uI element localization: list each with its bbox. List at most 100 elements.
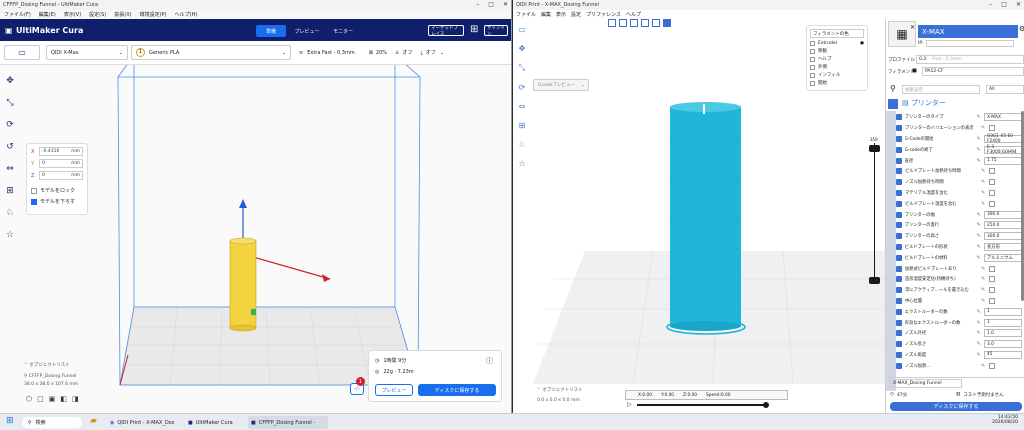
edit-icon[interactable]: ✎ [976, 255, 984, 261]
setting-checkbox[interactable] [989, 179, 995, 186]
taskbar-search[interactable]: ⚲ 検索 [22, 417, 82, 428]
qidi-menu-edit[interactable]: 編集 [541, 11, 551, 18]
setting-row[interactable]: マテリアル温度を含む ✎ [896, 188, 1022, 199]
edit-icon[interactable]: ✎ [976, 341, 984, 347]
menu-edit[interactable]: 編集(E) [39, 11, 56, 18]
taskbar-app-cura-active[interactable]: ■ CFFFP_Dosing Funnel - [248, 416, 328, 429]
setting-value-input[interactable]: 1 [984, 318, 1022, 327]
setting-row[interactable]: プリンターの高さ ✎ 300.0 [896, 231, 1022, 242]
preview-button[interactable]: プレビュー [375, 384, 413, 396]
edit-icon[interactable]: ✎ [981, 298, 989, 304]
support-blocker-icon[interactable]: ♘ [6, 208, 14, 218]
setting-row[interactable]: ビルドプレートの材料 ✎ アルミニウム [896, 252, 1022, 263]
taskbar-app-qidi[interactable]: ◉ QIDI Print - X-MAX_Dos [110, 416, 182, 429]
qidi-menu-preferences[interactable]: プリファレンス [586, 11, 621, 18]
layer-slider-handle-bottom[interactable] [869, 277, 880, 284]
setting-value-input[interactable]: 3.0 [984, 340, 1022, 349]
lock-model-checkbox[interactable] [31, 187, 37, 194]
settings-scope-select[interactable]: All [986, 85, 1024, 94]
drop-model-checkbox[interactable] [31, 198, 37, 205]
info-icon[interactable]: ⓘ [486, 356, 493, 366]
marketplace-button[interactable]: マーケットプレイス [428, 25, 464, 37]
view-right-icon[interactable]: ◨ [72, 395, 79, 403]
lock-model-row[interactable]: モデルをロック [31, 187, 83, 194]
minimize-icon[interactable]: – [989, 1, 992, 8]
start-icon[interactable]: ⊞ [6, 416, 14, 426]
open-file-icon[interactable]: ▭ [4, 45, 40, 60]
close-icon[interactable]: ✕ [910, 24, 915, 31]
qidi-menu-file[interactable]: ファイル [516, 11, 536, 18]
printer-name-box[interactable]: X-MAX [918, 25, 1018, 38]
qidi-menu-help[interactable]: ヘルプ [626, 11, 641, 18]
settings-search-input[interactable]: 検索設定 [902, 85, 980, 94]
edit-icon[interactable]: ✎ [981, 201, 989, 207]
qidi-object-list-header[interactable]: ⌃ オブジェクトリスト [537, 387, 583, 393]
apps-grid-icon[interactable]: ⊞ [470, 24, 478, 35]
object-list-header[interactable]: ⌃ オブジェクトリスト [24, 362, 124, 368]
qidi-menu-settings[interactable]: 設定 [571, 11, 581, 18]
setting-checkbox[interactable] [989, 200, 995, 207]
setting-row[interactable]: 加熱式ビルドプレートあり ✎ [896, 263, 1022, 274]
layer-slider-track[interactable] [874, 143, 875, 283]
qidi-menu-view[interactable]: 表示 [556, 11, 566, 18]
move-tool-icon[interactable]: ✥ [6, 76, 14, 86]
filament-select[interactable]: PA12-CF [922, 67, 1024, 76]
maximize-icon[interactable]: □ [488, 1, 494, 8]
edit-icon[interactable]: ✎ [976, 320, 984, 326]
gcode-progress-track[interactable] [637, 404, 767, 406]
setting-row[interactable]: ビルドプレート加熱待ち時間 ✎ [896, 166, 1022, 177]
edit-icon[interactable]: ✎ [976, 158, 984, 164]
setting-checkbox[interactable] [989, 265, 995, 272]
edit-icon[interactable]: ✎ [981, 266, 989, 272]
setting-row[interactable]: プリンターの幅 ✎ 300.0 [896, 209, 1022, 220]
ip-field[interactable] [926, 40, 1014, 47]
setting-checkbox[interactable] [989, 297, 995, 304]
edit-icon[interactable]: ✎ [981, 287, 989, 293]
setting-checkbox[interactable] [989, 189, 995, 196]
menu-help[interactable]: ヘルプ(H) [175, 11, 198, 18]
tab-monitor[interactable]: モニター [328, 25, 358, 37]
signin-button[interactable]: サインイン [484, 25, 508, 37]
setting-row[interactable]: ノズル加熱… ✎ [896, 360, 1022, 371]
undo-tool-icon[interactable]: ↺ [6, 142, 14, 152]
print-settings-summary[interactable]: ≡ Extra Fast - 0.3mm ⊠ 20% ♙ オフ ⤓ オフ ⌄ [295, 45, 509, 60]
setting-row[interactable]: ビルドプレートの形状 ✎ 長方形 [896, 242, 1022, 253]
setting-row[interactable]: 中心位置 ✎ [896, 296, 1022, 307]
view-top-icon[interactable]: ▣ [49, 395, 56, 403]
setting-row[interactable]: プリンターのバリエーションの表示 ✎ [896, 123, 1022, 134]
menu-extensions[interactable]: 拡張(X) [114, 11, 131, 18]
object-entry[interactable]: ⚲ CFFFP_Dosing Funnel [24, 374, 124, 379]
profile-select[interactable]: 0.3 Fast - 0.3mm [916, 55, 1024, 64]
edit-icon[interactable]: ✎ [976, 222, 984, 228]
printer-section-icon[interactable] [888, 99, 898, 109]
setting-row[interactable]: エクストルーダーの数 ✎ 1 [896, 306, 1022, 317]
setting-value-input[interactable]: 長方形 [984, 242, 1022, 251]
close-icon[interactable]: ✕ [503, 1, 508, 8]
setting-value-input[interactable]: E-3 F3000;G0H94 [984, 145, 1022, 155]
setting-value-input[interactable]: 1.75 [984, 156, 1022, 165]
printer-select[interactable]: QIDI X-Max ⌄ [46, 45, 128, 60]
section-header[interactable]: ▤ プリンター [902, 98, 946, 108]
setting-value-input[interactable]: 1 [984, 307, 1022, 316]
setting-value-input[interactable]: 1.0 [984, 329, 1022, 338]
edit-icon[interactable]: ✎ [981, 363, 989, 369]
close-icon[interactable]: ✕ [1016, 1, 1021, 8]
edit-icon[interactable]: ✎ [976, 136, 984, 142]
job-name-input[interactable]: X-MAX_Dosing Funnel [890, 379, 962, 388]
setting-row[interactable]: G-codeの終了 ✎ E-3 F3000;G0H94 [896, 144, 1022, 155]
menu-settings[interactable]: 設定(S) [89, 11, 106, 18]
setting-row[interactable]: 造形温度安定化(待機待ち) ✎ [896, 274, 1022, 285]
edit-icon[interactable]: ✎ [976, 212, 984, 218]
edit-icon[interactable]: ✎ [976, 244, 984, 250]
setting-value-input[interactable]: 45 [984, 350, 1022, 359]
setting-value-input[interactable]: 300.0 [984, 210, 1022, 219]
edit-icon[interactable]: ✎ [981, 125, 989, 131]
edit-icon[interactable]: ✎ [981, 276, 989, 282]
setting-row[interactable]: ノズル長さ ✎ 3.0 [896, 339, 1022, 350]
edit-icon[interactable]: ✎ [976, 352, 984, 358]
setting-row[interactable]: プリンターのタイプ ✎ X-MAX [896, 112, 1022, 123]
edit-icon[interactable]: ✎ [976, 330, 984, 336]
qidi-save-button[interactable]: ディスクに保存する [890, 402, 1022, 411]
edit-icon[interactable]: ✎ [976, 147, 984, 153]
setting-row[interactable]: ノズル角度 ✎ 45 [896, 350, 1022, 361]
